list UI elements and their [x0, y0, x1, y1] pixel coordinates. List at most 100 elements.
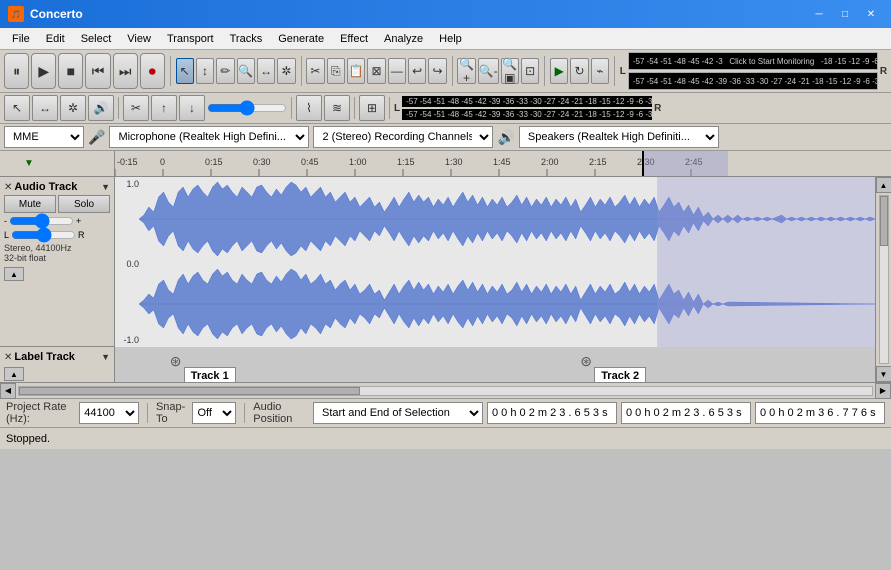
skip-fwd-button[interactable]: ⏭	[113, 53, 138, 89]
loop-button[interactable]: ↻	[570, 58, 588, 84]
label-track-collapse[interactable]: ▲	[4, 367, 24, 381]
snap-to-select[interactable]: Off On	[192, 402, 236, 424]
spectrum-btn[interactable]: ≋	[324, 95, 350, 121]
redo-button[interactable]: ↪	[428, 58, 446, 84]
driver-select[interactable]: MME DirectSound WASAPI	[4, 126, 84, 148]
mute-button[interactable]: Mute	[4, 195, 56, 213]
menu-analyze[interactable]: Analyze	[376, 31, 431, 47]
label-box-track2[interactable]: Track 2	[594, 367, 646, 382]
paste-button[interactable]: 📋	[347, 58, 365, 84]
draw-tool-button[interactable]: ✏	[216, 58, 234, 84]
input-gain-slider[interactable]	[207, 100, 287, 116]
label-track-menu[interactable]: ▼	[101, 352, 110, 362]
tool-c[interactable]: ✲	[60, 95, 86, 121]
record-button[interactable]: ⏺	[140, 53, 165, 89]
zoom-fit-button[interactable]: ⊡	[521, 58, 539, 84]
label-track1[interactable]: ⊛ Track 1	[176, 347, 236, 382]
hscroll-right[interactable]: ▶	[875, 383, 891, 399]
output-device-select[interactable]: Speakers (Realtek High Definiti...	[519, 126, 719, 148]
mic-cut-button[interactable]: ✂	[123, 95, 149, 121]
trim-button[interactable]: ⊠	[367, 58, 385, 84]
vscroll-down[interactable]: ▼	[876, 366, 891, 382]
waveform-btn[interactable]: ⌇	[296, 95, 322, 121]
project-rate-select[interactable]: 44100 22050 48000	[79, 402, 139, 424]
menu-tracks[interactable]: Tracks	[222, 31, 271, 47]
label-track-area[interactable]: ⊛ Track 1 ⊛ Track 2	[115, 347, 875, 382]
cut-button[interactable]: ✂	[306, 58, 324, 84]
toolbar-row1: ⏸ ▶ ■ ⏮ ⏭ ⏺ ↖ ↕ ✏ 🔍 ↔ ✲ ✂ ⎘ 📋 ⊠ — ↩ ↪ 🔍+…	[0, 50, 891, 93]
position-mode-select[interactable]: Start and End of Selection Start and Len…	[313, 402, 483, 424]
play-cut-btn[interactable]: ⌁	[591, 58, 609, 84]
silence-button[interactable]: —	[388, 58, 406, 84]
menu-help[interactable]: Help	[431, 31, 470, 47]
position-input-1[interactable]	[487, 402, 617, 424]
menu-view[interactable]: View	[119, 31, 159, 47]
copy-button[interactable]: ⎘	[327, 58, 345, 84]
label-track-close[interactable]: ✕	[4, 352, 12, 363]
menu-edit[interactable]: Edit	[38, 31, 73, 47]
play-button[interactable]: ▶	[31, 53, 56, 89]
solo-button[interactable]: Solo	[58, 195, 110, 213]
hscroll-thumb[interactable]	[19, 387, 360, 395]
gain-minus: -	[4, 216, 7, 226]
pause-button[interactable]: ⏸	[4, 53, 29, 89]
horizontal-scrollbar[interactable]: ◀ ▶	[0, 382, 891, 398]
vscroll-up[interactable]: ▲	[876, 177, 891, 193]
zoom-tool-button[interactable]: 🔍	[237, 58, 255, 84]
vu-r2-label: R	[654, 103, 661, 114]
mic-gain-up[interactable]: ↑	[151, 95, 177, 121]
sep8	[354, 97, 355, 119]
gain-slider[interactable]	[9, 215, 74, 227]
hscroll-left[interactable]: ◀	[0, 383, 16, 399]
pan-slider[interactable]	[11, 229, 76, 241]
menu-file[interactable]: File	[4, 31, 38, 47]
label-box-track1[interactable]: Track 1	[184, 367, 236, 382]
select-tool-button[interactable]: ↖	[176, 58, 194, 84]
svg-text:1:00: 1:00	[349, 157, 367, 167]
menu-select[interactable]: Select	[73, 31, 120, 47]
collapse-button[interactable]: ▲	[4, 267, 24, 281]
tool-b[interactable]: ↔	[32, 95, 58, 121]
ruler-area[interactable]: -0:15 0 0:15 0:30 0:45 1:00 1:15 1:30 1:…	[115, 151, 891, 177]
audio-track-close[interactable]: ✕	[4, 182, 12, 193]
tool-d[interactable]: 🔊	[88, 95, 114, 121]
zoom-out-button[interactable]: 🔍-	[478, 58, 499, 84]
menu-transport[interactable]: Transport	[159, 31, 222, 47]
audio-position-label: Audio Position	[253, 401, 309, 425]
menu-effect[interactable]: Effect	[332, 31, 376, 47]
timeshift-tool-button[interactable]: ↔	[257, 58, 275, 84]
svg-text:2:15: 2:15	[589, 157, 607, 167]
label-track2[interactable]: ⊛ Track 2	[586, 347, 646, 382]
skip-back-button[interactable]: ⏮	[85, 53, 110, 89]
play-green-button[interactable]: ▶	[550, 58, 568, 84]
device-bar: MME DirectSound WASAPI 🎤 Microphone (Rea…	[0, 124, 891, 151]
minimize-button[interactable]: ─	[807, 5, 831, 23]
maximize-button[interactable]: □	[833, 5, 857, 23]
vertical-scrollbar[interactable]: ▲ ▼	[875, 177, 891, 382]
input-device-select[interactable]: Microphone (Realtek High Defini...	[109, 126, 309, 148]
mic-gain-down[interactable]: ↓	[179, 95, 205, 121]
vscroll-track[interactable]	[879, 195, 889, 364]
zoom-in-button[interactable]: 🔍+	[457, 58, 475, 84]
stop-button[interactable]: ■	[58, 53, 83, 89]
menu-generate[interactable]: Generate	[270, 31, 332, 47]
hscroll-track[interactable]	[18, 386, 873, 396]
envelope-tool-button[interactable]: ↕	[196, 58, 214, 84]
undo-button[interactable]: ↩	[408, 58, 426, 84]
tracks-area: ✕ Audio Track ▼ Mute Solo - + L R	[0, 177, 875, 382]
tool-a[interactable]: ↖	[4, 95, 30, 121]
multitool-button[interactable]: ✲	[277, 58, 295, 84]
audio-track-waveform[interactable]: 1.0 0.0 -1.0	[115, 177, 875, 347]
zoom-sel-button[interactable]: 🔍▣	[501, 58, 519, 84]
vu-meters: -57 -54 -51 -48 -45 -42 -3 Click to Star…	[628, 52, 878, 90]
position-input-2[interactable]	[621, 402, 751, 424]
label-pin-2: ⊛	[580, 353, 592, 370]
extra-a[interactable]: ⊞	[359, 95, 385, 121]
status-text: Stopped.	[6, 433, 50, 445]
channels-select[interactable]: 2 (Stereo) Recording Channels 1 (Mono) R…	[313, 126, 493, 148]
svg-text:1:30: 1:30	[445, 157, 463, 167]
position-input-3[interactable]	[755, 402, 885, 424]
audio-track-menu[interactable]: ▼	[101, 182, 110, 192]
close-button[interactable]: ✕	[859, 5, 883, 23]
vscroll-thumb[interactable]	[880, 196, 888, 246]
